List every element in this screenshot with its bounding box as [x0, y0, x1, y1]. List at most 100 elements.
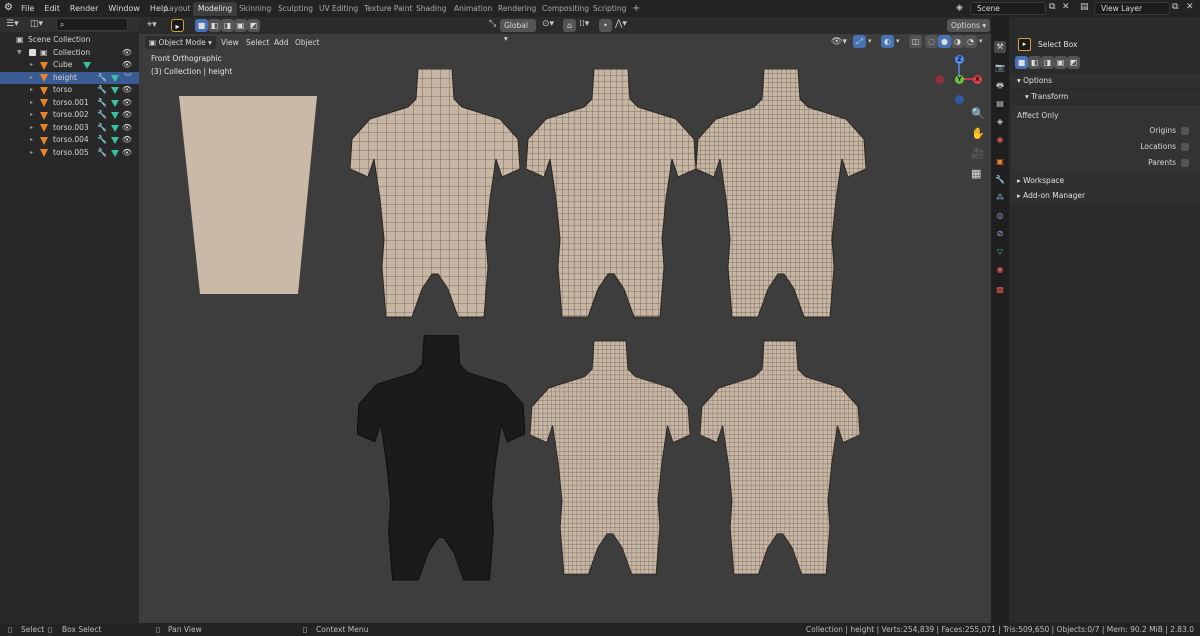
mode-invert-icon[interactable]: ▣ — [1054, 56, 1067, 69]
menu-window[interactable]: Window — [103, 0, 145, 17]
outliner-scene-collection[interactable]: ▣ Scene Collection — [0, 34, 139, 47]
menu-file[interactable]: File — [16, 0, 39, 17]
delete-view-layer-icon[interactable]: ✕ — [1186, 2, 1194, 12]
mode-intersect-icon[interactable]: ◩ — [1067, 56, 1080, 69]
eye-icon[interactable]: 👁 — [122, 59, 132, 72]
object-icon — [40, 61, 48, 70]
data-tab-icon[interactable]: ▽ — [994, 246, 1006, 258]
options-panel-header[interactable]: ▾ Options — [1011, 74, 1200, 88]
outliner-panel: ☰▾ ◫▾ ⌕ ▣ Scene Collection ▼ ▣ Collectio… — [0, 17, 139, 623]
physics-tab-icon[interactable]: ◎ — [994, 210, 1006, 222]
tab-rendering[interactable]: Rendering — [493, 2, 541, 16]
checkbox-icon[interactable] — [29, 49, 36, 56]
workspace-panel-header[interactable]: ▸ Workspace — [1011, 174, 1200, 188]
tab-scripting[interactable]: Scripting — [588, 2, 631, 16]
blender-logo-icon[interactable]: ⚙ — [4, 2, 13, 13]
eye-icon[interactable]: ︶ — [124, 72, 132, 85]
delete-scene-icon[interactable]: ✕ — [1062, 2, 1070, 12]
parents-checkbox[interactable] — [1181, 159, 1189, 167]
menu-edit[interactable]: Edit — [39, 0, 65, 17]
editor-type-icon[interactable]: ☰▾ — [6, 19, 19, 29]
world-tab-icon[interactable]: ◉ — [994, 134, 1006, 146]
status-stats: Collection | height | Verts:254,839 | Fa… — [805, 625, 1194, 634]
modifier-icon[interactable]: 🔧 — [97, 109, 107, 122]
properties-tabs: ⚒ 📷 🖶 ▤ ◈ ◉ ▣ 🔧 ⁂ ◎ ⊘ ▽ ◉ ▩ — [991, 17, 1009, 623]
addon-panel-header[interactable]: ▸ Add-on Manager — [1011, 189, 1200, 203]
status-pan-view: Pan View — [168, 625, 202, 634]
output-tab-icon[interactable]: 🖶 — [994, 80, 1006, 92]
copy-view-layer-icon[interactable]: ⧉ — [1172, 2, 1178, 12]
transform-panel-header[interactable]: ▾ Transform — [1011, 90, 1200, 104]
tab-texture-paint[interactable]: Texture Paint — [359, 2, 417, 16]
origins-checkbox[interactable] — [1181, 127, 1189, 135]
eye-icon[interactable]: 👁 — [122, 84, 132, 97]
scene-tab-icon[interactable]: ◈ — [994, 116, 1006, 128]
eye-icon[interactable]: 👁 — [122, 147, 132, 160]
mode-new-icon[interactable]: ■ — [1015, 56, 1028, 69]
view-layer-field[interactable]: View Layer — [1094, 2, 1170, 15]
add-workspace-button[interactable]: + — [627, 2, 645, 16]
eye-icon[interactable]: 👁 — [122, 134, 132, 147]
tab-sculpting[interactable]: Sculpting — [273, 2, 318, 16]
modifier-icon[interactable]: 🔧 — [97, 134, 107, 147]
view-layer-tab-icon[interactable]: ▤ — [994, 98, 1006, 110]
outliner-item[interactable]: ▸ torso.005 🔧 👁 — [0, 147, 139, 160]
modifier-icon[interactable]: 🔧 — [97, 72, 107, 85]
eye-icon[interactable]: 👁 — [122, 47, 132, 60]
expand-icon[interactable]: ▸ — [30, 59, 33, 72]
expand-icon[interactable]: ▸ — [30, 84, 33, 97]
expand-icon[interactable]: ▸ — [30, 72, 33, 85]
object-tab-icon[interactable]: ▣ — [994, 156, 1006, 168]
tab-compositing[interactable]: Compositing — [537, 2, 594, 16]
scene-icon[interactable]: ◈ — [956, 3, 963, 13]
scene-field[interactable]: Scene — [970, 2, 1046, 15]
material-tab-icon[interactable]: ◉ — [994, 264, 1006, 276]
tab-modeling[interactable]: Modeling — [193, 2, 238, 16]
mode-subtract-icon[interactable]: ◨ — [1041, 56, 1054, 69]
menu-render[interactable]: Render — [65, 0, 103, 17]
outliner-item[interactable]: ▸ Cube 👁 — [0, 59, 139, 72]
3d-viewport[interactable]: ⌖▾ ▸ ■ ◧ ◨ ▣ ◩ ⤡ Global ▾ ⊙▾ ⌂ ⁞⁞▾ • ⋀▾ … — [139, 17, 991, 623]
particles-tab-icon[interactable]: ⁂ — [994, 192, 1006, 204]
view-layer-icon[interactable]: ▤ — [1080, 2, 1089, 12]
tab-uv-editing[interactable]: UV Editing — [314, 2, 363, 16]
tool-tab-icon[interactable]: ⚒ — [994, 41, 1006, 53]
expand-icon[interactable]: ▸ — [30, 122, 33, 135]
tab-animation[interactable]: Animation — [449, 2, 497, 16]
expand-icon[interactable]: ▼ — [17, 47, 22, 60]
eye-icon[interactable]: 👁 — [122, 109, 132, 122]
torso-mesh-dark — [357, 335, 525, 581]
texture-tab-icon[interactable]: ▩ — [994, 284, 1006, 296]
expand-icon[interactable]: ▸ — [30, 147, 33, 160]
outliner-item[interactable]: ▸ height 🔧 ︶ — [0, 71, 139, 85]
eye-icon[interactable]: 👁 — [122, 122, 132, 135]
outliner-item[interactable]: ▸ torso.004 🔧 👁 — [0, 134, 139, 147]
expand-icon[interactable]: ▸ — [30, 109, 33, 122]
modifier-icon[interactable]: 🔧 — [97, 84, 107, 97]
locations-checkbox[interactable] — [1181, 143, 1189, 151]
tab-layout[interactable]: Layout — [160, 2, 196, 16]
origins-label: Origins — [1149, 126, 1176, 135]
modifier-tab-icon[interactable]: 🔧 — [994, 174, 1006, 186]
locations-label: Locations — [1140, 142, 1176, 151]
outliner-item[interactable]: ▸ torso.002 🔧 👁 — [0, 109, 139, 122]
outliner-item[interactable]: ▸ torso.001 🔧 👁 — [0, 97, 139, 110]
modifier-icon[interactable]: 🔧 — [97, 122, 107, 135]
tab-skinning[interactable]: Skinning — [234, 2, 276, 16]
expand-icon[interactable]: ▸ — [30, 134, 33, 147]
eye-icon[interactable]: 👁 — [122, 97, 132, 110]
outliner-item[interactable]: ▸ torso 🔧 👁 — [0, 84, 139, 97]
mode-extend-icon[interactable]: ◧ — [1028, 56, 1041, 69]
expand-icon[interactable]: ▸ — [30, 97, 33, 110]
constraints-tab-icon[interactable]: ⊘ — [994, 228, 1006, 240]
display-mode-icon[interactable]: ◫▾ — [30, 19, 43, 29]
outliner-search-input[interactable]: ⌕ — [56, 18, 128, 31]
modifier-icon[interactable]: 🔧 — [97, 147, 107, 160]
tab-shading[interactable]: Shading — [411, 2, 451, 16]
modifier-icon[interactable]: 🔧 — [97, 97, 107, 110]
outliner-item[interactable]: ▸ torso.003 🔧 👁 — [0, 122, 139, 135]
copy-scene-icon[interactable]: ⧉ — [1049, 2, 1055, 12]
outliner-collection[interactable]: ▼ ▣ Collection 👁 — [0, 47, 139, 60]
render-tab-icon[interactable]: 📷 — [994, 62, 1006, 74]
expand-icon: ▸ — [1017, 191, 1021, 200]
